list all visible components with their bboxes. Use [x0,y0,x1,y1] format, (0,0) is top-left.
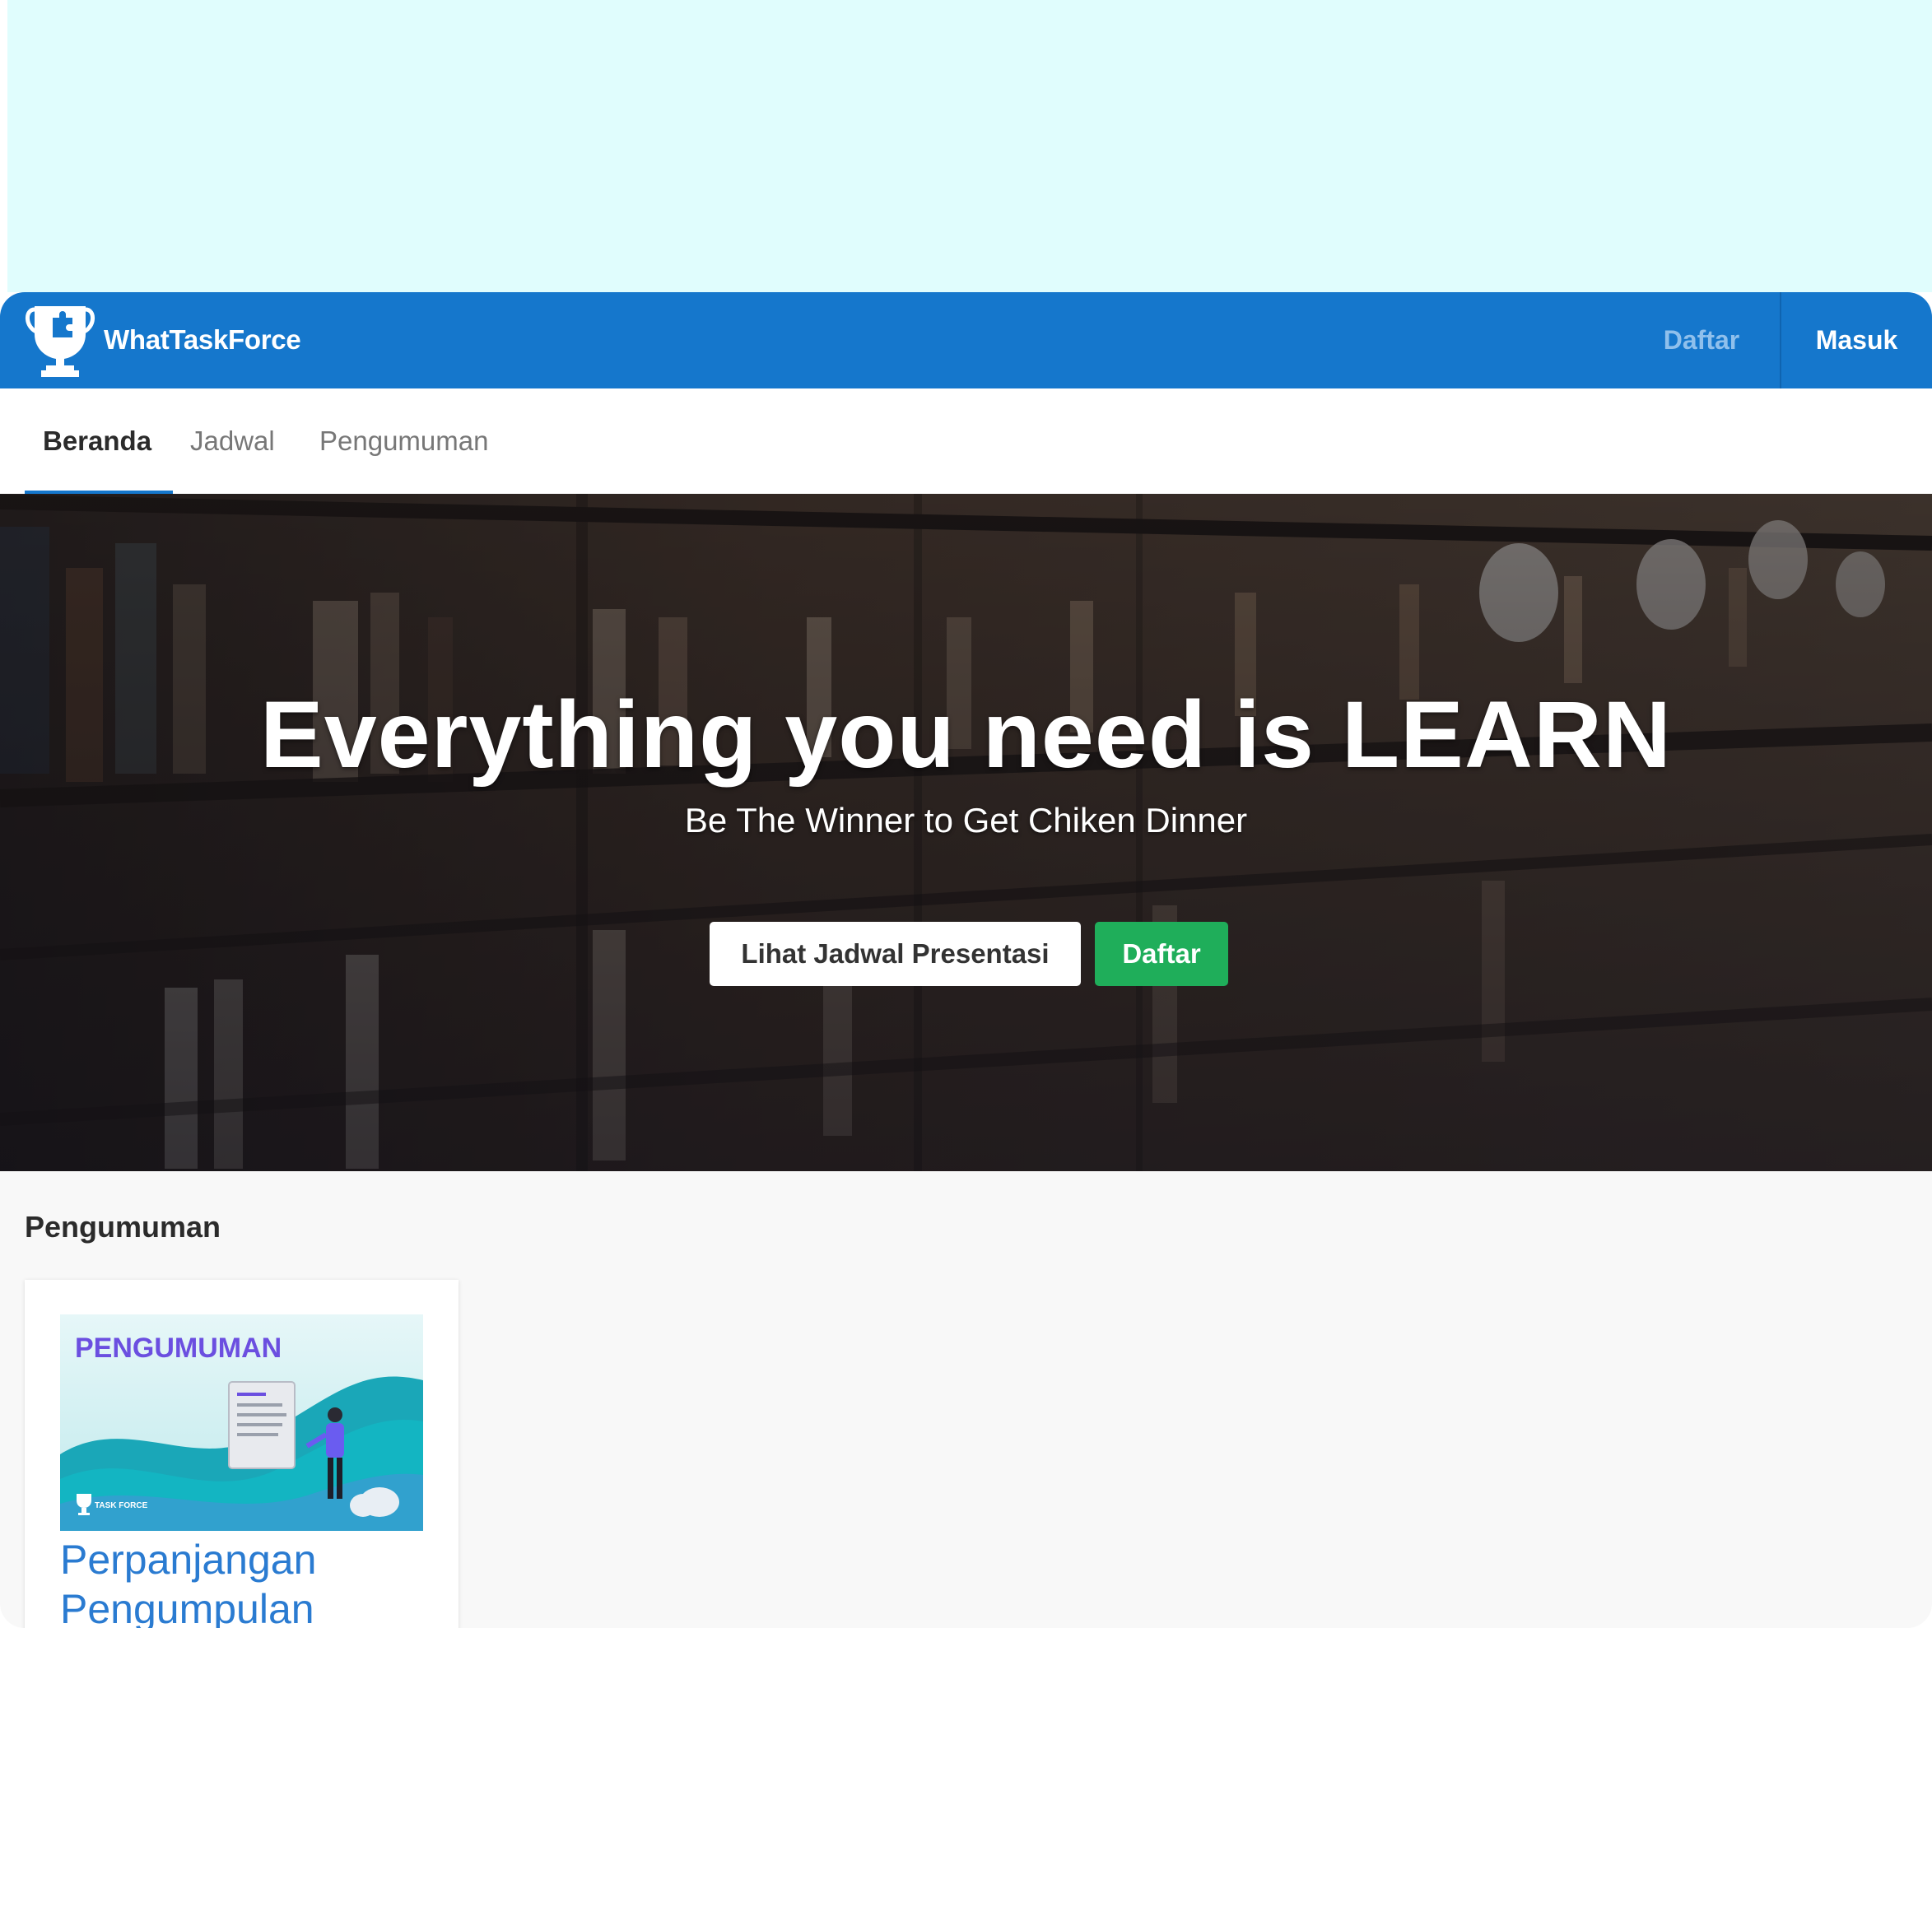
tab-bar: Beranda Jadwal Pengumuman [0,388,1932,494]
announcement-card[interactable]: PENGUMUMAN TASK FORCE Perpanjangan Pengu… [25,1280,459,1628]
announcement-title-link[interactable]: Perpanjangan Pengumpulan [60,1535,439,1628]
hero-subtitle: Be The Winner to Get Chiken Dinner [684,801,1248,840]
browser-page: WhatTaskForce Daftar Masuk Beranda Jadwa… [0,292,1932,1628]
announcements-heading: Pengumuman [25,1210,221,1244]
desktop-background [7,0,1932,292]
view-schedule-button[interactable]: Lihat Jadwal Presentasi [710,922,1081,986]
thumbnail-heading: PENGUMUMAN [75,1333,282,1364]
brand-name: WhatTaskForce [104,324,301,355]
register-button[interactable]: Daftar [1095,922,1228,986]
hero-title: Everything you need is LEARN [260,682,1672,788]
top-navbar: WhatTaskForce Daftar Masuk [0,292,1932,388]
announcement-thumbnail[interactable]: PENGUMUMAN TASK FORCE [60,1314,423,1531]
trophy-puzzle-icon [26,305,95,377]
tab-jadwal[interactable]: Jadwal [190,388,275,494]
brand-link[interactable]: WhatTaskForce [23,299,301,381]
nav-register-link[interactable]: Daftar [1623,292,1780,388]
hero-banner: Everything you need is LEARN Be The Winn… [0,494,1932,1171]
tab-pengumuman[interactable]: Pengumuman [319,388,488,494]
tab-beranda[interactable]: Beranda [43,388,151,494]
nav-login-link[interactable]: Masuk [1781,292,1932,388]
thumbnail-logo-text: TASK FORCE [95,1501,148,1510]
